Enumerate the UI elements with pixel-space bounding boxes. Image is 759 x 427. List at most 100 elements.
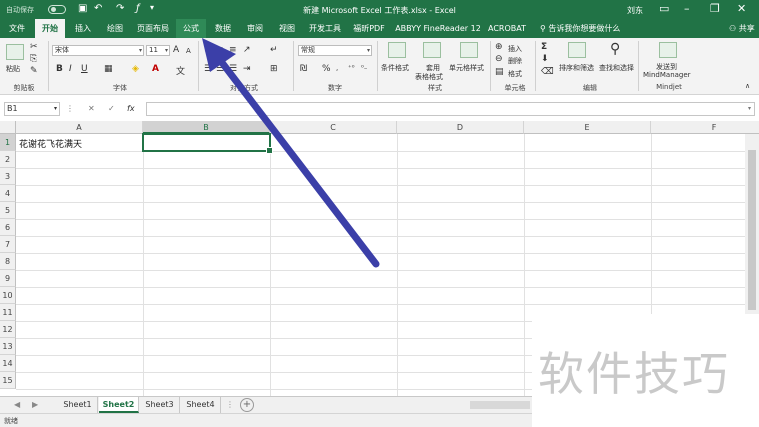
row-header-14[interactable]: 14 bbox=[0, 355, 16, 372]
cell-a1[interactable]: 花谢花飞花满天 bbox=[19, 137, 82, 150]
merge-cells-icon[interactable]: ⊞ bbox=[270, 64, 278, 74]
tab-formulas[interactable]: 公式 bbox=[176, 19, 206, 38]
insert-cells-icon[interactable]: ⊕ bbox=[495, 42, 503, 52]
delete-cells-icon[interactable]: ⊖ bbox=[495, 54, 503, 64]
row-header-8[interactable]: 8 bbox=[0, 253, 16, 270]
expand-formula-icon[interactable]: ▾ bbox=[748, 105, 751, 112]
find-select-icon[interactable]: ⚲ bbox=[610, 41, 620, 57]
font-name-select[interactable]: 宋体 ▾ bbox=[52, 45, 144, 56]
tab-file[interactable]: 文件 bbox=[2, 19, 32, 38]
cut-icon[interactable]: ✂ bbox=[30, 42, 38, 52]
row-header-7[interactable]: 7 bbox=[0, 236, 16, 253]
row-header-2[interactable]: 2 bbox=[0, 151, 16, 168]
name-box[interactable]: B1 ▾ bbox=[4, 102, 60, 116]
align-center-icon[interactable]: ☰ bbox=[216, 64, 224, 74]
row-header-4[interactable]: 4 bbox=[0, 185, 16, 202]
fill-icon[interactable]: ⬇ bbox=[541, 54, 549, 64]
percent-button[interactable]: % bbox=[322, 64, 331, 74]
bold-button[interactable]: B bbox=[56, 64, 63, 74]
scroll-right-icon[interactable]: ▶ bbox=[32, 400, 38, 409]
font-color-icon[interactable]: A bbox=[152, 64, 159, 74]
column-header-f[interactable]: F bbox=[651, 121, 759, 134]
sheet-tab-sheet2[interactable]: Sheet2 bbox=[99, 397, 139, 413]
sheet-tab-sheet1[interactable]: Sheet1 bbox=[58, 397, 98, 413]
autosum-button[interactable]: Σ bbox=[541, 42, 547, 52]
scroll-thumb[interactable] bbox=[748, 150, 756, 310]
insert-function-button[interactable]: fx bbox=[127, 104, 135, 113]
row-header-1[interactable]: 1 bbox=[0, 134, 16, 151]
find-select-button[interactable]: 查找和选择 bbox=[599, 63, 634, 73]
conditional-format-button[interactable]: 条件格式 bbox=[381, 63, 409, 73]
cancel-icon[interactable]: ✕ bbox=[88, 104, 95, 113]
align-middle-icon[interactable]: ≡ bbox=[216, 45, 224, 55]
ribbon-display-icon[interactable]: ▭ bbox=[659, 2, 669, 15]
sheet-tab-sheet3[interactable]: Sheet3 bbox=[140, 397, 180, 413]
align-bottom-icon[interactable]: ≡ bbox=[229, 45, 237, 55]
number-format-select[interactable]: 常规 ▾ bbox=[298, 45, 372, 56]
tab-page-layout[interactable]: 页面布局 bbox=[132, 19, 174, 38]
shrink-font-icon[interactable]: A bbox=[186, 47, 191, 55]
restore-icon[interactable]: ❐ bbox=[710, 2, 720, 15]
row-header-6[interactable]: 6 bbox=[0, 219, 16, 236]
align-top-icon[interactable]: ≡ bbox=[204, 45, 212, 55]
paste-button[interactable]: 粘贴 bbox=[6, 64, 20, 74]
format-painter-icon[interactable]: ✎ bbox=[30, 66, 38, 76]
row-header-3[interactable]: 3 bbox=[0, 168, 16, 185]
collapse-ribbon-icon[interactable]: ∧ bbox=[745, 82, 750, 90]
tab-review[interactable]: 审阅 bbox=[240, 19, 270, 38]
row-header-10[interactable]: 10 bbox=[0, 287, 16, 304]
indent-icon[interactable]: ⇥ bbox=[243, 64, 251, 74]
fill-color-icon[interactable]: ◈ bbox=[132, 64, 139, 74]
selected-cell-b1[interactable] bbox=[142, 133, 273, 154]
align-right-icon[interactable]: ☰ bbox=[229, 64, 237, 74]
conditional-format-icon[interactable] bbox=[388, 42, 406, 58]
row-header-5[interactable]: 5 bbox=[0, 202, 16, 219]
tab-foxit-pdf[interactable]: 福昕PDF bbox=[348, 19, 390, 38]
wrap-text-icon[interactable]: ↵ bbox=[270, 45, 278, 55]
tab-home[interactable]: 开始 bbox=[35, 19, 65, 38]
row-header-11[interactable]: 11 bbox=[0, 304, 16, 321]
align-left-icon[interactable]: ☰ bbox=[204, 64, 212, 74]
scroll-left-icon[interactable]: ◀ bbox=[14, 400, 20, 409]
tell-me-search[interactable]: ⚲ 告诉我你想要做什么 bbox=[540, 19, 620, 38]
italic-button[interactable]: I bbox=[69, 64, 72, 74]
column-header-c[interactable]: C bbox=[270, 121, 397, 134]
row-header-13[interactable]: 13 bbox=[0, 338, 16, 355]
mindmanager-icon[interactable] bbox=[659, 42, 677, 58]
sheet-tab-sheet4[interactable]: Sheet4 bbox=[181, 397, 221, 413]
font-size-select[interactable]: 11 ▾ bbox=[146, 45, 170, 56]
user-name[interactable]: 刘东 bbox=[627, 5, 643, 16]
format-cells-button[interactable]: 格式 bbox=[508, 69, 522, 79]
tab-view[interactable]: 视图 bbox=[272, 19, 302, 38]
clear-icon[interactable]: ⌫ bbox=[541, 67, 554, 77]
decrease-decimal-icon[interactable]: ⁰₋ bbox=[361, 64, 368, 72]
enter-icon[interactable]: ✓ bbox=[108, 104, 115, 113]
cell-style-icon[interactable] bbox=[460, 42, 478, 58]
column-header-d[interactable]: D bbox=[397, 121, 524, 134]
accounting-format-icon[interactable]: ₪ bbox=[300, 64, 307, 74]
column-header-e[interactable]: E bbox=[524, 121, 651, 134]
close-icon[interactable]: ✕ bbox=[737, 2, 746, 15]
horizontal-scrollbar[interactable] bbox=[470, 401, 530, 409]
tab-insert[interactable]: 插入 bbox=[68, 19, 98, 38]
borders-icon[interactable]: ▦ bbox=[104, 64, 113, 74]
add-sheet-button[interactable]: + bbox=[240, 398, 254, 412]
insert-cells-button[interactable]: 插入 bbox=[508, 44, 522, 54]
tab-abbyy[interactable]: ABBYY FineReader 12 bbox=[394, 19, 482, 38]
copy-icon[interactable]: ⎘ bbox=[30, 54, 37, 64]
row-header-9[interactable]: 9 bbox=[0, 270, 16, 287]
tab-draw[interactable]: 绘图 bbox=[100, 19, 130, 38]
select-all-corner[interactable] bbox=[0, 121, 16, 134]
delete-cells-button[interactable]: 删除 bbox=[508, 56, 522, 66]
orientation-icon[interactable]: ↗ bbox=[243, 45, 251, 55]
row-header-12[interactable]: 12 bbox=[0, 321, 16, 338]
sort-filter-button[interactable]: 排序和筛选 bbox=[559, 63, 594, 73]
tab-developer[interactable]: 开发工具 bbox=[304, 19, 346, 38]
cell-style-button[interactable]: 单元格样式 bbox=[449, 63, 484, 73]
increase-decimal-icon[interactable]: ⁺⁰ bbox=[348, 64, 355, 72]
phonetic-icon[interactable]: 文 bbox=[176, 64, 185, 77]
column-header-a[interactable]: A bbox=[16, 121, 143, 134]
share-button[interactable]: ⚇ 共享 bbox=[729, 19, 755, 38]
grow-font-icon[interactable]: A bbox=[173, 45, 179, 55]
send-to-mindmanager-line2[interactable]: MindManager bbox=[643, 71, 691, 79]
